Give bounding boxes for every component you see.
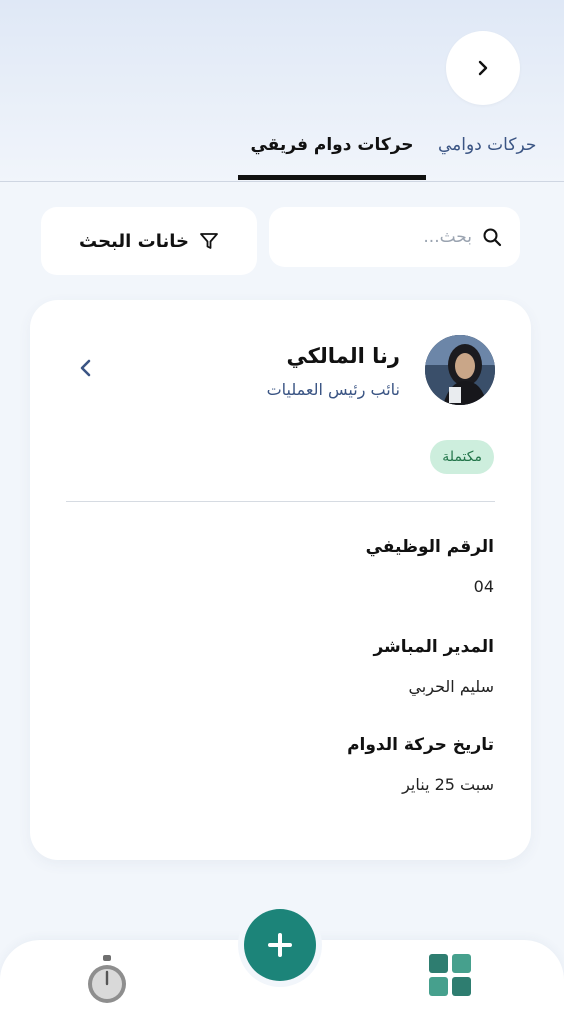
employee-name: رنا المالكي [286, 344, 400, 368]
search-placeholder: بحث... [423, 227, 472, 247]
header-divider [0, 181, 564, 182]
search-icon [483, 228, 502, 247]
field-value-employee-number: 04 [473, 577, 494, 596]
search-fields-button[interactable]: خانات البحث [41, 207, 257, 275]
filter-icon [200, 233, 218, 249]
employee-photo [425, 335, 495, 405]
active-tab-indicator [238, 175, 426, 180]
tab-my-attendance[interactable]: حركات دوامي [438, 128, 536, 168]
stopwatch-icon[interactable] [84, 955, 130, 1005]
field-value-direct-manager: سليم الحربي [408, 677, 494, 696]
avatar [425, 335, 495, 405]
add-button[interactable] [244, 909, 316, 981]
add-fab-container [238, 903, 322, 987]
employee-role: نائب رئيس العمليات [266, 380, 400, 399]
card-divider [66, 501, 495, 502]
field-label-employee-number: الرقم الوظيفي [365, 537, 494, 557]
tab-team-attendance[interactable]: حركات دوام فريقي [238, 128, 426, 168]
attendance-card[interactable]: رنا المالكي نائب رئيس العمليات مكتملة ال… [30, 300, 531, 860]
back-button[interactable] [446, 31, 520, 105]
search-fields-label: خانات البحث [79, 230, 189, 252]
field-label-direct-manager: المدير المباشر [373, 637, 494, 657]
search-input[interactable]: بحث... [269, 207, 520, 267]
status-badge: مكتملة [430, 440, 494, 474]
field-value-attendance-date: سبت 25 يناير [402, 775, 494, 794]
chevron-left-icon[interactable] [74, 356, 98, 380]
chevron-right-icon [478, 60, 488, 76]
apps-grid-icon[interactable] [427, 952, 473, 998]
plus-icon [268, 933, 292, 957]
field-label-attendance-date: تاريخ حركة الدوام [347, 735, 494, 755]
